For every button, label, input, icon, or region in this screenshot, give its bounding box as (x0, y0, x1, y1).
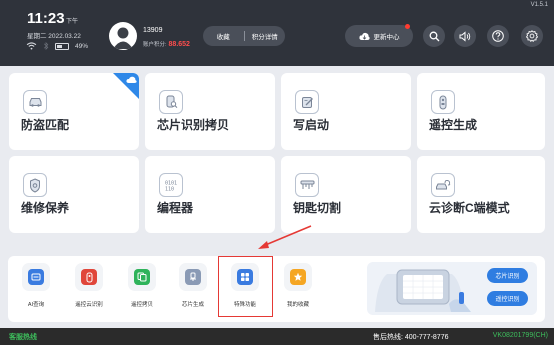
cloud-badge (113, 73, 139, 99)
user-points: 账户积分: 88.652 (143, 40, 190, 48)
card-label: 写启动 (293, 118, 330, 132)
avatar[interactable] (109, 22, 137, 50)
svg-text:110: 110 (165, 186, 174, 192)
cloud-icon (126, 76, 137, 83)
card-chip-identify-copy[interactable]: 芯片识别拷贝 (145, 73, 275, 150)
update-center-label: 更新中心 (373, 34, 400, 41)
collect-button[interactable]: 收藏 (203, 31, 244, 41)
tool-label: AI查询 (27, 302, 45, 308)
card-remote-generate[interactable]: 遥控生成 (417, 73, 545, 150)
search-button[interactable] (423, 25, 445, 47)
search-icon (429, 31, 439, 41)
clock-time: 11:23 (27, 10, 65, 27)
card-anti-theft-match[interactable]: 防盗匹配 (9, 73, 139, 150)
card-label: 遥控生成 (429, 118, 478, 132)
remote-cloud-icon (81, 269, 97, 285)
chip-identify-button[interactable]: 芯片识别 (487, 268, 528, 283)
wifi-icon (26, 42, 37, 50)
after-sales-hotline: 售后热线: 400-777-8776 (373, 334, 449, 341)
star-icon (290, 269, 306, 285)
clock-date: 星期二 2022.03.22 (27, 33, 81, 40)
card-maintenance[interactable]: 维修保养 (9, 156, 139, 233)
points-value: 88.652 (168, 41, 190, 48)
copy-icon (134, 269, 150, 285)
volume-button[interactable] (454, 25, 476, 47)
card-cloud-diagnosis[interactable]: 云诊断C端模式 (417, 156, 545, 233)
device-illustration (375, 269, 471, 312)
write-icon (295, 90, 319, 114)
annotation-arrow (258, 225, 312, 249)
settings-button[interactable] (521, 25, 543, 47)
help-button[interactable] (487, 25, 509, 47)
car-lock-icon (23, 90, 47, 114)
account-pill-group: 收藏 积分详情 (203, 26, 285, 46)
tool-remote-cloud-identify[interactable]: 遥控云识别 (66, 263, 112, 308)
chip-search-icon (159, 90, 183, 114)
service-hotline-link[interactable]: 客服热线 (9, 332, 37, 342)
help-icon (492, 30, 504, 42)
tool-chip-generate[interactable]: 芯片生成 (170, 263, 216, 308)
tool-ai-query[interactable]: AI查询 (13, 263, 59, 308)
device-serial: VK08201799(CH) (492, 332, 548, 339)
points-label: 账户积分: (143, 42, 167, 48)
battery-icon (55, 42, 69, 50)
tool-label: 芯片生成 (181, 302, 204, 308)
top-bar: V1.5.1 11:23 下午 星期二 2022.03.22 49% 13909… (0, 0, 554, 66)
card-label: 编程器 (157, 201, 194, 215)
binary-icon: 0101 110 (159, 173, 183, 197)
chip-generate-icon (185, 269, 201, 285)
cloud-download-icon (358, 32, 370, 40)
user-icon (113, 27, 133, 49)
card-label: 维修保养 (21, 201, 70, 215)
card-label: 防盗匹配 (21, 118, 70, 132)
user-phone: 13909 (143, 27, 163, 34)
card-label: 芯片识别拷贝 (157, 118, 230, 132)
device-promo-panel: 芯片识别 遥控识别 (367, 262, 537, 315)
footer-bar: 客服热线 售后热线: 400-777-8776 VK08201799(CH) (0, 328, 554, 345)
card-key-cutting[interactable]: 钥匙切割 (281, 156, 411, 233)
ai-query-icon (28, 269, 44, 285)
key-cut-icon (295, 173, 319, 197)
bluetooth-icon (43, 42, 49, 50)
remote-icon (431, 90, 455, 114)
speaker-icon (459, 30, 471, 42)
update-center-button[interactable]: 更新中心 (345, 24, 413, 47)
status-row: 49% (26, 42, 88, 50)
tool-my-favorites[interactable]: 我的收藏 (275, 263, 321, 308)
points-detail-button[interactable]: 积分详情 (245, 31, 286, 41)
clock-ampm: 下午 (66, 19, 79, 25)
battery-percent: 49% (75, 42, 89, 50)
tool-remote-copy[interactable]: 遥控拷贝 (119, 263, 165, 308)
notification-dot (405, 24, 410, 29)
card-label: 云诊断C端模式 (429, 201, 510, 215)
card-label: 钥匙切割 (293, 201, 342, 215)
highlight-box (218, 256, 273, 317)
gear-icon (526, 30, 538, 42)
card-programmer[interactable]: 0101 110 编程器 (145, 156, 275, 233)
version-label: V1.5.1 (530, 2, 548, 8)
cloud-car-icon (431, 173, 455, 197)
tool-label: 遥控拷贝 (130, 302, 153, 308)
tool-label: 我的收藏 (286, 302, 309, 308)
remote-identify-button[interactable]: 遥控识别 (487, 291, 528, 306)
card-write-start[interactable]: 写启动 (281, 73, 411, 150)
maintenance-icon (23, 173, 47, 197)
tool-label: 遥控云识别 (75, 302, 103, 308)
